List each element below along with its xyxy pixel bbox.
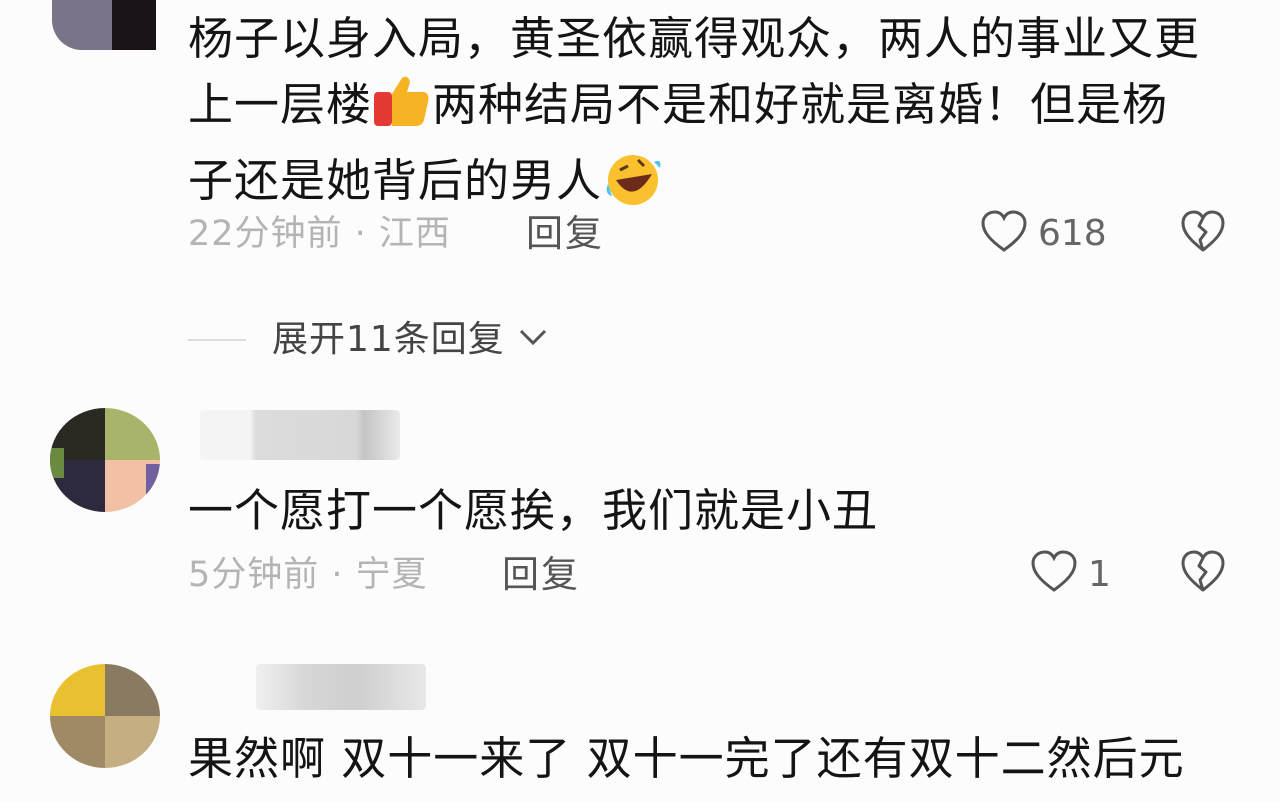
rolling-laughing-emoji-icon [602,150,664,224]
reply-button[interactable]: 回复 [526,214,604,254]
comment-time-location: 22分钟前 · 江西 [188,214,451,254]
username-blurred [256,664,426,710]
avatar[interactable] [50,408,160,512]
dislike-button[interactable] [1180,210,1226,254]
like-count: 1 [1088,554,1111,595]
like-button[interactable] [980,210,1028,254]
heart-outline-icon [981,210,1027,252]
comment-time-location: 5分钟前 · 宁夏 [188,555,428,595]
comment-line: 杨子以身入局，黄圣依赢得观众，两人的事业又更 [188,12,1201,65]
username-blurred [200,410,400,460]
comment-line: 上一层楼 两种结局不是和好就是离婚！但是杨 [188,72,1248,148]
dislike-button[interactable] [1180,550,1226,594]
broken-heart-icon [1181,210,1225,252]
comment-text: 果然啊 双十一来了 双十一完了还有双十二然后元 [188,732,1185,785]
expand-divider [188,339,246,341]
like-count: 618 [1038,213,1107,254]
broken-heart-icon [1181,550,1225,592]
thumbs-up-emoji-icon [372,74,432,148]
like-button[interactable] [1030,550,1078,594]
comment-text: 杨子以身入局，黄圣依赢得观众，两人的事业又更 上一层楼 两种结局不是和好就是离婚！… [188,6,1248,224]
expand-replies-label: 展开11条回复 [272,319,505,360]
chevron-down-icon [520,329,547,346]
reply-button[interactable]: 回复 [502,555,580,595]
expand-replies-button[interactable]: 展开11条回复 [272,320,549,360]
avatar[interactable] [52,0,156,50]
avatar[interactable] [50,664,160,768]
comment-text: 一个愿打一个愿挨，我们就是小丑 [188,484,879,537]
heart-outline-icon [1031,550,1077,592]
